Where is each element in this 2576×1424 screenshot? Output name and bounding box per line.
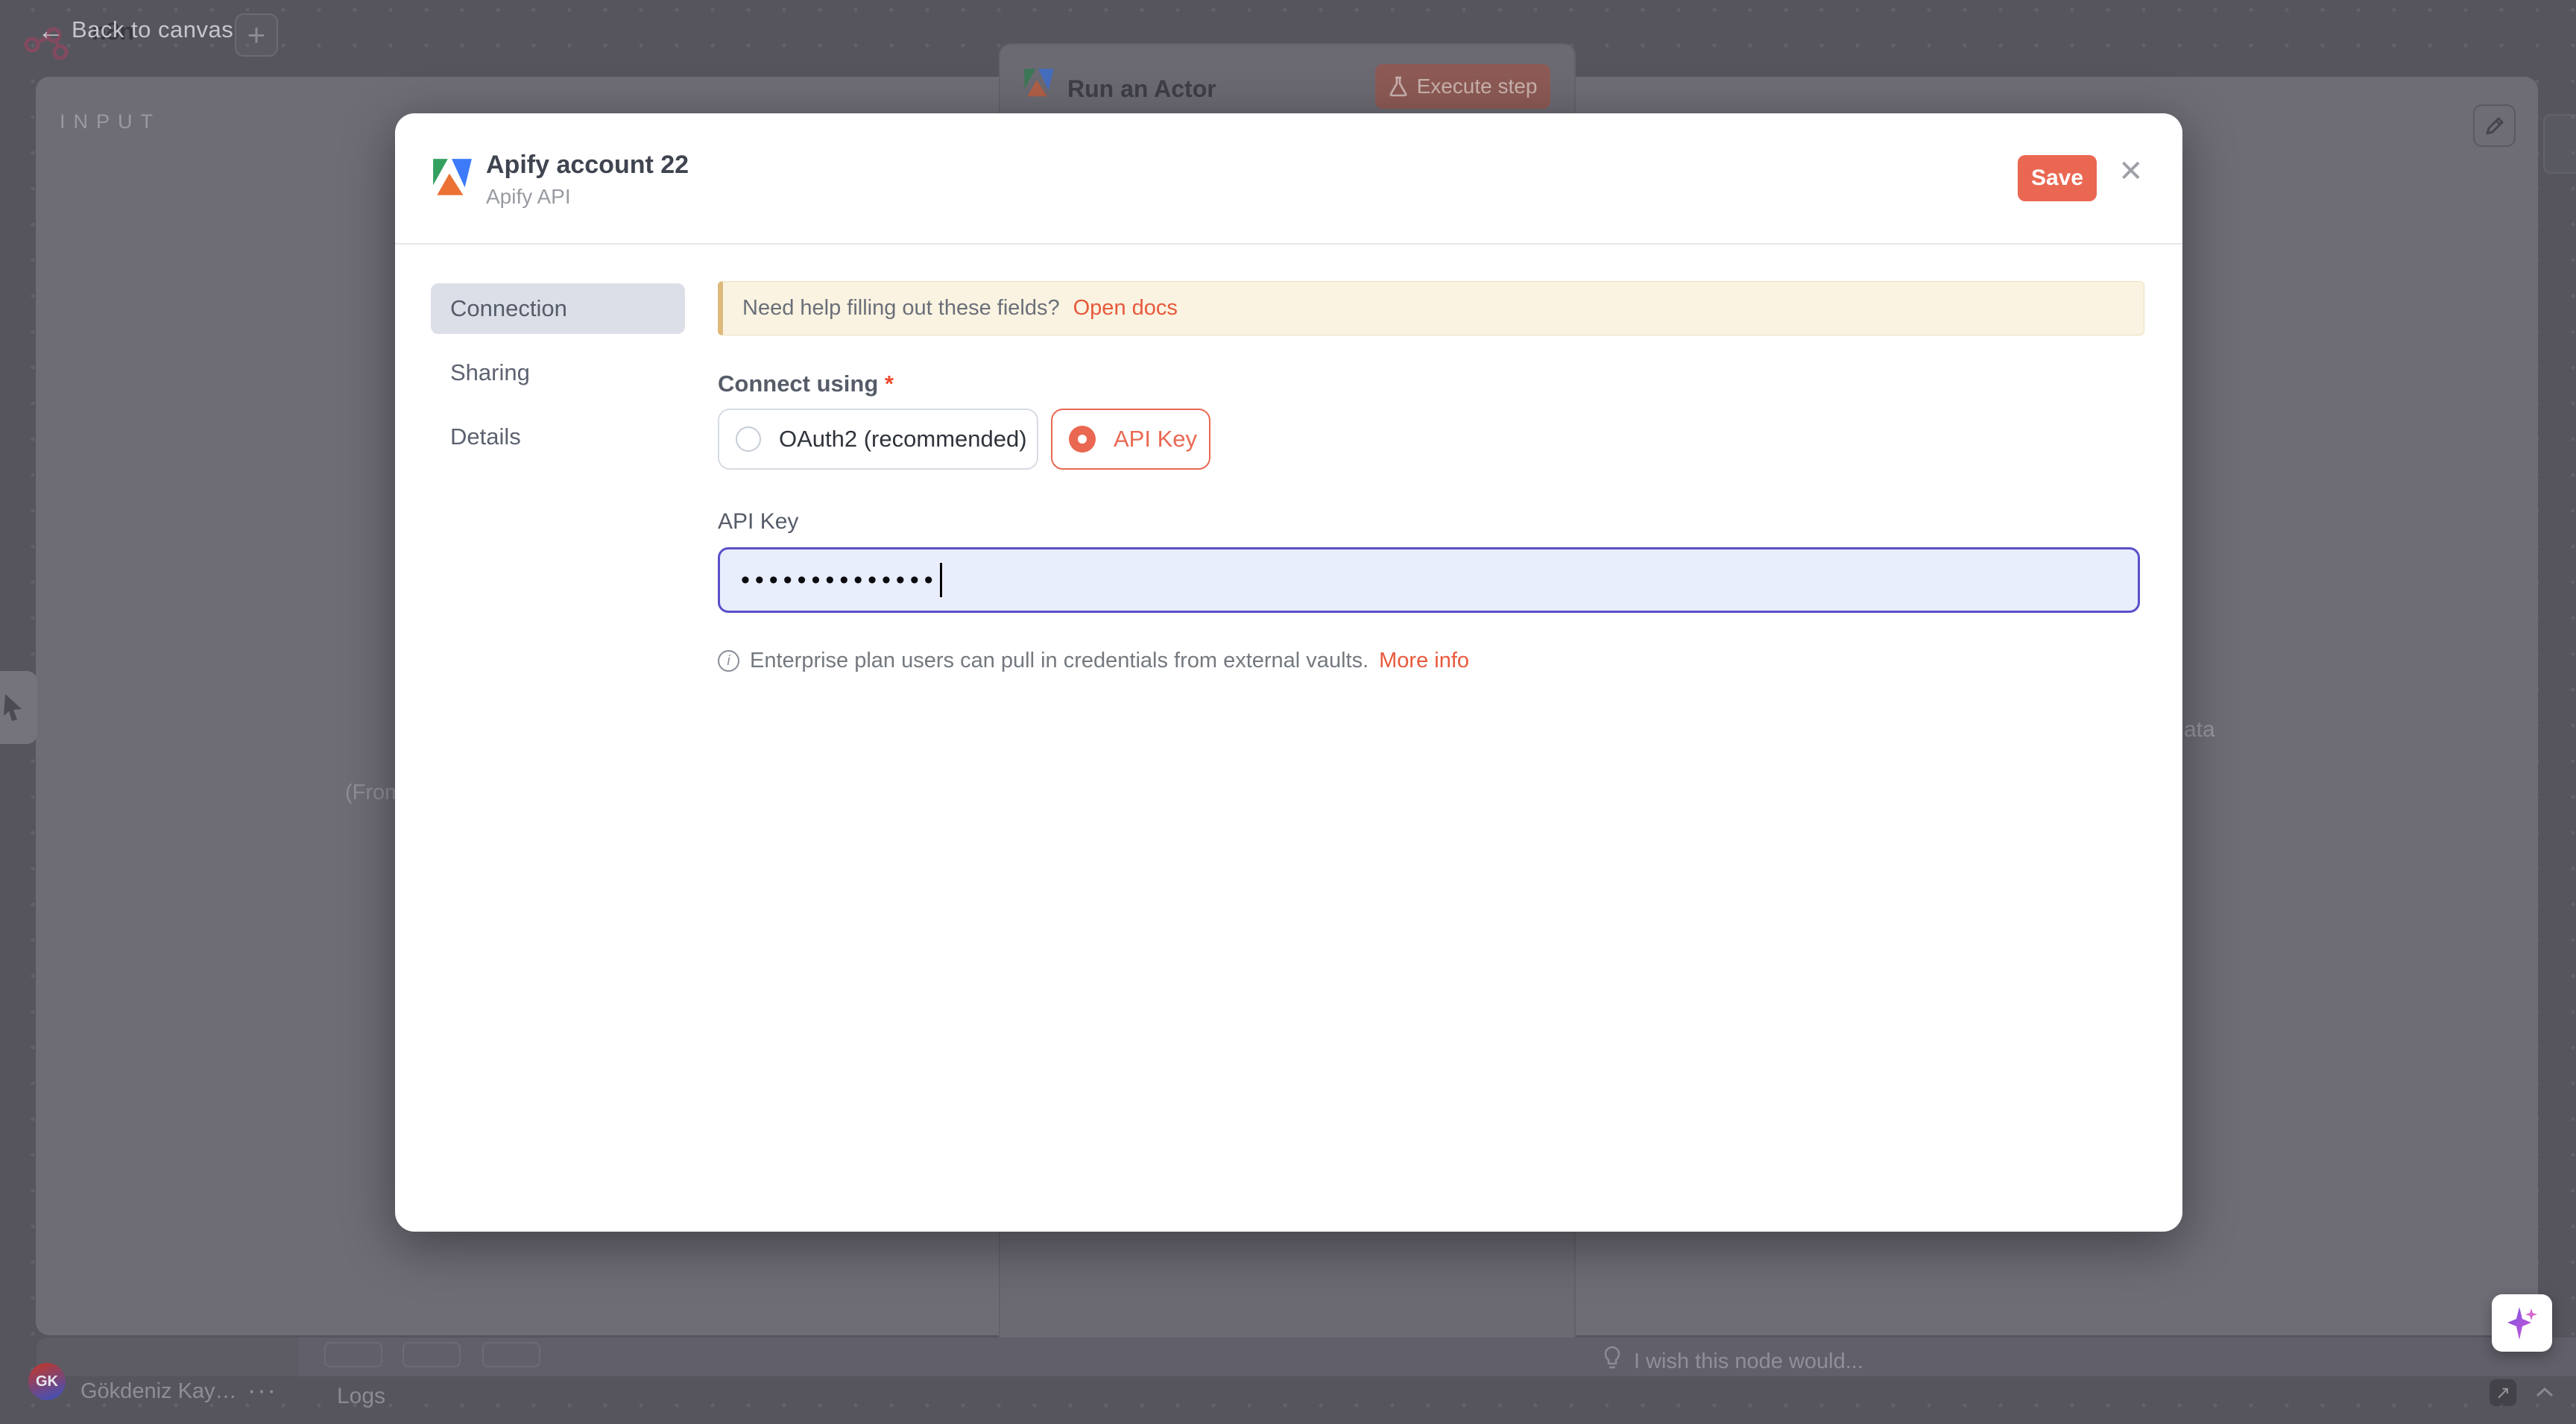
logs-label[interactable]: Logs bbox=[337, 1384, 385, 1409]
pencil-icon bbox=[2483, 114, 2507, 138]
open-docs-link[interactable]: Open docs bbox=[1073, 296, 1178, 321]
credential-title: Apify account 22 bbox=[486, 151, 689, 180]
back-arrow-icon[interactable]: ← bbox=[37, 15, 64, 46]
save-button[interactable]: Save bbox=[2018, 155, 2097, 201]
enterprise-footnote: i Enterprise plan users can pull in cred… bbox=[718, 649, 1469, 673]
node-feedback-input[interactable]: I wish this node would... bbox=[1634, 1349, 1863, 1374]
logs-toolbar-button[interactable] bbox=[324, 1342, 382, 1367]
popout-icon[interactable]: ↗ bbox=[2490, 1379, 2516, 1406]
apify-logo bbox=[431, 157, 474, 200]
ai-assistant-button[interactable] bbox=[2492, 1294, 2552, 1352]
text-caret bbox=[940, 563, 942, 597]
cursor-icon bbox=[1, 693, 26, 722]
connect-using-label: Connect using * bbox=[718, 371, 894, 397]
header-divider bbox=[395, 243, 2182, 245]
option-api-key-label: API Key bbox=[1114, 426, 1197, 453]
app-root: n8n ← Back to canvas + INPUT (From ata R… bbox=[0, 0, 2576, 1424]
execute-step-button[interactable]: Execute step bbox=[1375, 64, 1550, 109]
close-icon[interactable]: ✕ bbox=[2118, 157, 2144, 186]
api-key-label: API Key bbox=[718, 509, 798, 535]
option-oauth2-label: OAuth2 (recommended) bbox=[779, 426, 1027, 453]
more-info-link[interactable]: More info bbox=[1379, 649, 1469, 673]
lightbulb-icon bbox=[1601, 1345, 1623, 1372]
chevron-up-icon[interactable] bbox=[2534, 1385, 2555, 1399]
radio-selected-icon[interactable] bbox=[1069, 426, 1096, 453]
user-name[interactable]: Gökdeniz Kay… bbox=[80, 1379, 237, 1404]
info-icon: i bbox=[718, 650, 739, 672]
option-oauth2[interactable]: OAuth2 (recommended) bbox=[718, 409, 1038, 470]
help-banner-text: Need help filling out these fields? bbox=[742, 296, 1060, 321]
logs-toolbar-button[interactable] bbox=[482, 1342, 540, 1367]
output-hint-text: ata bbox=[2184, 717, 2215, 743]
user-menu-dots[interactable]: ··· bbox=[247, 1376, 277, 1405]
logs-panel-header bbox=[298, 1338, 2576, 1376]
execute-step-label: Execute step bbox=[1417, 75, 1538, 98]
trigger-node-partial bbox=[0, 671, 37, 744]
masked-api-key-value: •••••••••••••• bbox=[741, 567, 938, 593]
api-key-input[interactable]: •••••••••••••• bbox=[718, 547, 2140, 613]
flask-icon bbox=[1389, 76, 1408, 97]
logs-toolbar-button[interactable] bbox=[402, 1342, 461, 1367]
connect-using-text: Connect using bbox=[718, 371, 878, 397]
radio-unselected-icon[interactable] bbox=[736, 426, 761, 452]
help-banner: Need help filling out these fields? Open… bbox=[718, 281, 2144, 335]
footnote-text: Enterprise plan users can pull in creden… bbox=[750, 649, 1368, 673]
apify-node-icon bbox=[1023, 67, 1055, 100]
sparkle-icon bbox=[2506, 1305, 2539, 1341]
node-title: Run an Actor bbox=[1067, 75, 1216, 103]
option-api-key[interactable]: API Key bbox=[1051, 409, 1210, 470]
credential-subtitle: Apify API bbox=[486, 185, 571, 209]
tab-sharing[interactable]: Sharing bbox=[431, 347, 685, 398]
user-avatar[interactable]: GK bbox=[28, 1363, 66, 1400]
back-to-canvas-button[interactable]: Back to canvas bbox=[72, 16, 233, 43]
canvas-node-partial bbox=[2543, 114, 2576, 174]
required-asterisk: * bbox=[885, 371, 894, 397]
add-tab-button[interactable]: + bbox=[235, 13, 278, 57]
tab-connection[interactable]: Connection bbox=[431, 283, 685, 334]
credential-modal: Apify account 22 Apify API Save ✕ Connec… bbox=[395, 113, 2182, 1232]
edit-output-button[interactable] bbox=[2473, 104, 2516, 147]
tab-details[interactable]: Details bbox=[431, 412, 685, 462]
input-panel-label: INPUT bbox=[60, 110, 161, 133]
input-source-text: (From bbox=[345, 781, 402, 805]
